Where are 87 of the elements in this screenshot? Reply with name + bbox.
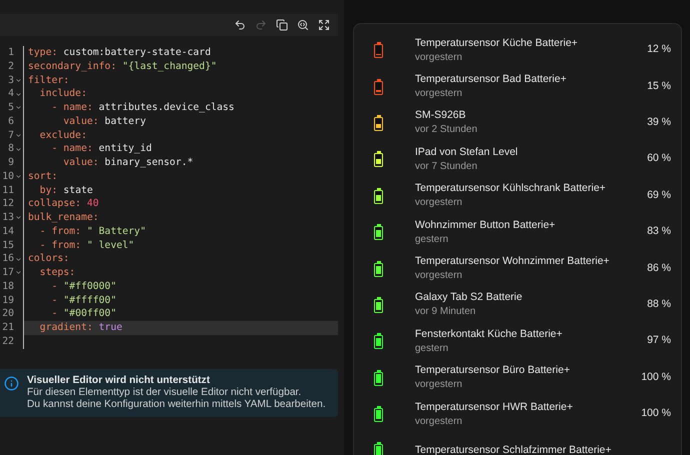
line-number: 6 [8,114,14,129]
line-number: 14 [2,224,14,239]
last-changed: vorgestern [415,414,464,429]
code-line: colors: [28,252,70,266]
line-number: 16 [2,252,14,266]
battery-percent: 97 % [647,333,671,348]
entity-name: Temperatursensor Wohnzimmer Batterie+ [415,254,610,270]
code-line: sort: [28,170,58,184]
code-line: include: [38,87,87,101]
line-number: 11 [2,184,14,198]
code-line: value: battery [62,114,146,128]
entity-name: Temperatursensor Küche Batterie+ [415,36,579,51]
entity-name: Temperatursensor HWR Batterie+ [415,400,574,415]
code-line: - name: attributes.device_class [50,101,234,115]
entity-name: Galaxy Tab S2 Batterie [415,290,524,306]
entity-name: IPad von Stefan Level [415,144,519,160]
code-line: secondary_info: "{last_changed}" [28,60,217,74]
code-line: - "#ffff00" [50,294,116,308]
line-number: 15 [2,238,14,252]
code-line: gradient: true [38,321,122,335]
last-changed: vorgestern [415,87,464,102]
battery-percent: 100 % [641,406,671,422]
battery-percent: 88 % [647,297,671,312]
line-number: 12 [2,197,14,212]
notice-text: Du kannst deine Konfiguration weiterhin mittels YAML bearbeiten. [27,398,326,410]
code-line: - "#ff0000" [50,280,116,294]
line-number: 10 [2,170,14,184]
code-line: steps: [38,266,76,280]
last-changed: vorgestern [415,196,464,210]
last-changed: gestern [415,342,450,356]
line-number: 19 [2,294,14,308]
battery-percent: 100 % [641,370,671,385]
code-line: bulk_rename: [28,211,99,225]
last-changed: gestern [415,232,450,247]
entity-name: Temperatursensor Büro Batterie+ [415,363,571,378]
info-icon [4,376,19,390]
last-changed: vorgestern [415,378,464,392]
code-line: - from: " Battery" [38,224,146,238]
fold-icon[interactable] [14,173,22,180]
line-number: 8 [8,142,14,156]
last-changed: vor 7 Stunden [415,160,478,174]
last-changed: vorgestern [415,50,464,65]
line-number: 7 [8,128,14,142]
line-number: 9 [8,156,14,170]
code-line: - "#00ff00" [50,307,116,321]
line-number: 18 [2,280,14,294]
battery-percent: 39 % [647,115,671,130]
notice-text: Für diesen Elementtyp ist der visuelle Editor nicht verfügbar. [27,386,302,398]
line-number: 13 [2,211,14,225]
battery-percent: 86 % [647,260,671,276]
line-number: 17 [2,266,14,280]
battery-percent: 15 % [647,78,671,94]
battery-percent: 12 % [647,42,671,58]
last-changed: vorgestern [415,269,464,284]
entity-name: Temperatursensor Schlafzimmer Batterie+ [415,442,612,455]
copy-icon[interactable] [276,19,288,31]
line-number: 1 [8,46,14,60]
battery-percent: 83 % [647,224,671,240]
fold-icon[interactable] [14,214,22,222]
code-line: type: custom:battery-state-card [28,46,211,60]
entity-name: Fensterkontakt Küche Batterie+ [415,326,564,342]
line-number: 22 [2,334,14,349]
line-number: 20 [2,307,14,322]
line-number: 5 [8,101,14,115]
battery-percent: 60 % [647,151,671,166]
entity-name: SM-S926B [415,108,467,124]
code-line: by: state [38,184,93,198]
code-line: - name: entity_id [50,142,152,156]
line-number: 4 [8,87,14,102]
last-changed: vor 2 Stunden [415,123,478,138]
battery-percent: 69 % [647,188,671,203]
line-number: 3 [8,74,14,88]
code-line: value: binary_sensor.* [62,156,194,170]
code-line: filter: [28,74,70,88]
entity-name: Temperatursensor Kühlschrank Batterie+ [415,181,607,196]
search-icon[interactable] [297,19,309,31]
entity-name: Temperatursensor Bad Batterie+ [415,72,568,88]
notice-title: Visueller Editor wird nicht unterstützt [27,374,211,386]
last-changed: vor 9 Minuten [415,305,477,320]
code-line: - from: " level" [38,238,134,252]
code-line: collapse: 40 [28,197,99,211]
expand-icon[interactable] [318,19,330,31]
code-line: exclude: [38,128,87,142]
entity-name: Wohnzimmer Button Batterie+ [415,218,556,233]
line-number: 21 [2,321,14,335]
line-number: 2 [8,60,14,74]
undo-icon[interactable] [234,19,246,31]
